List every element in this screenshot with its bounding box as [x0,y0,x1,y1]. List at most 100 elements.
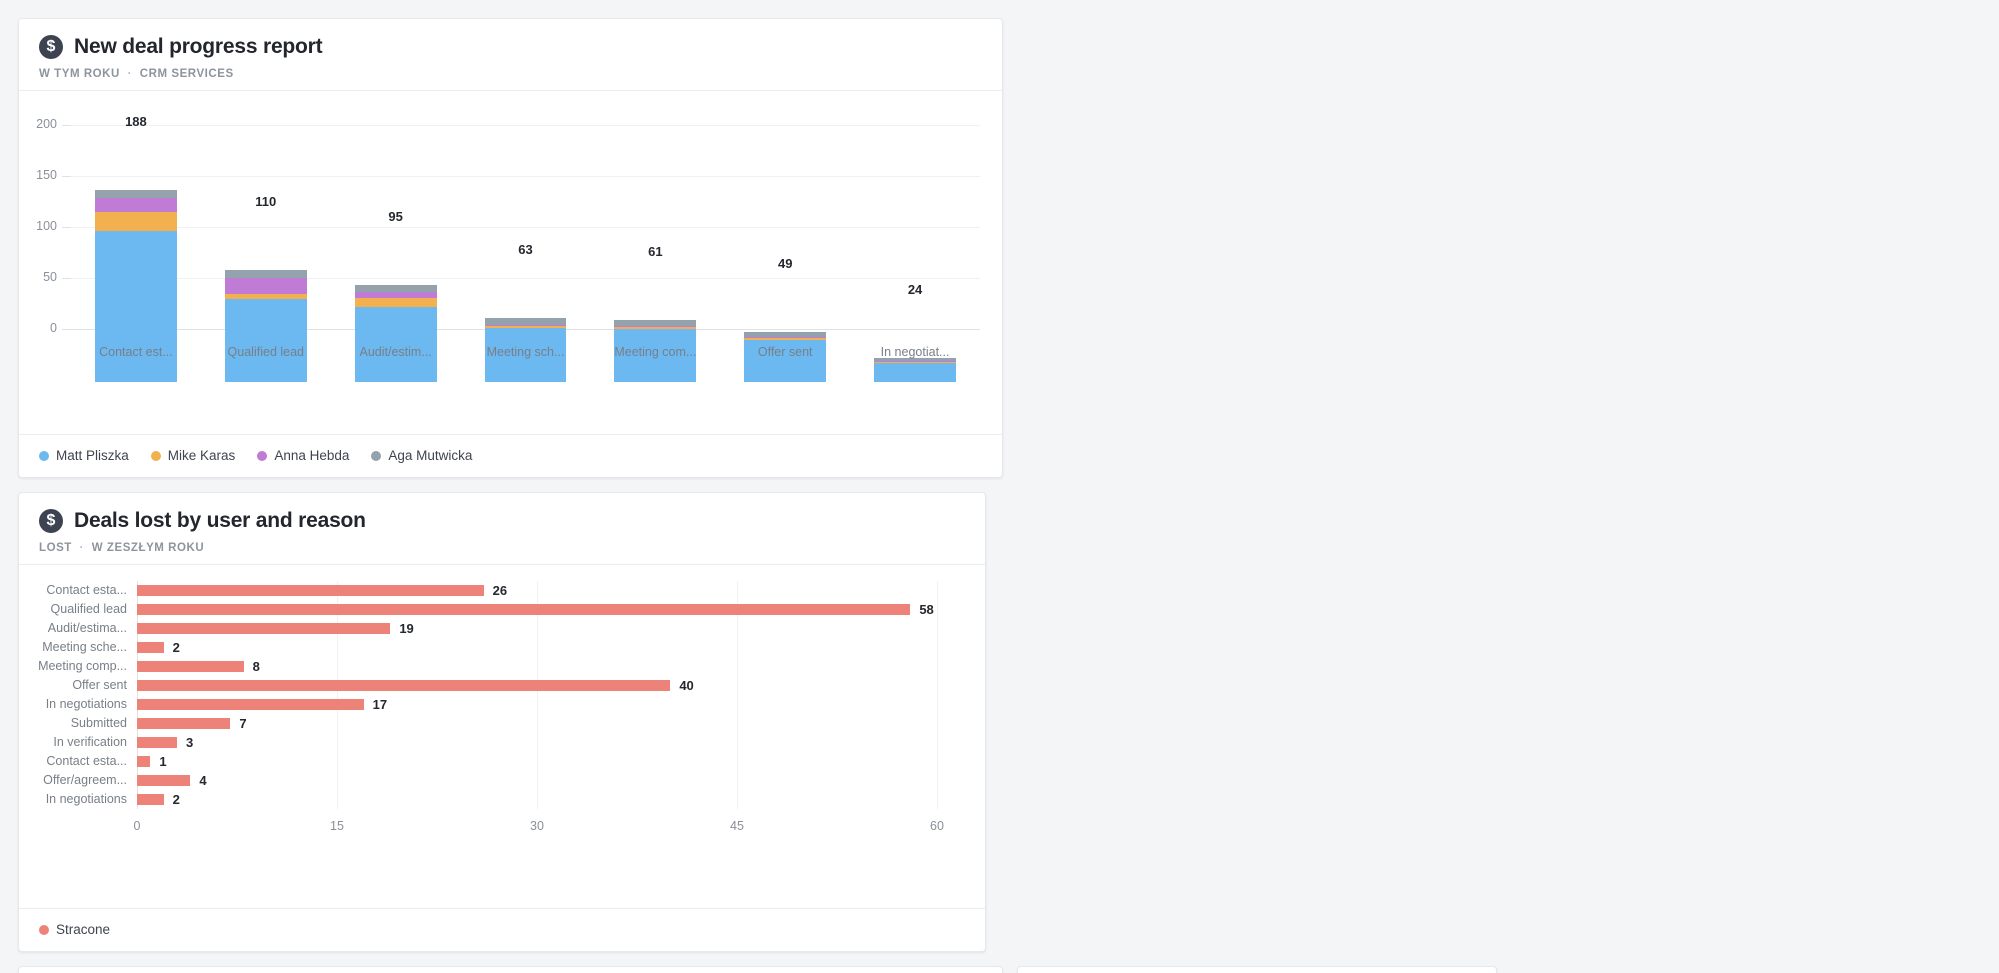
bar-value-label: 40 [679,678,693,693]
bar-segment [225,278,307,294]
y-axis-tick-label: 100 [19,219,57,233]
axis-tick [62,278,71,279]
chart-deals-lost-by-user-and-reason: 01530456026Contact esta...58Qualified le… [19,564,985,908]
x-axis-category-label: Qualified lead [228,345,304,359]
bar-value-label: 4 [199,773,206,788]
bar-value-label: 2 [173,640,180,655]
y-axis-category-label: Meeting sche... [19,640,127,654]
bar-column[interactable] [355,285,437,382]
dollar-coin-icon: $ [39,35,63,59]
x-axis-tick-label: 15 [330,819,344,833]
bar-value-label: 188 [125,114,147,129]
gridline [71,176,980,177]
bar-value-label: 61 [648,244,662,259]
bar-value-label: 19 [399,621,413,636]
bar-row[interactable] [137,775,190,787]
bar-row[interactable] [137,680,670,692]
y-axis-category-label: In negotiations [19,792,127,806]
card-header: $ Deals lost by user and reason LOST · W… [19,493,985,564]
gridline [71,227,980,228]
legend-swatch-icon [39,451,49,461]
y-axis-category-label: Contact esta... [19,754,127,768]
card-subtitle-period: W TYM ROKU [39,68,120,80]
bar-value-label: 63 [518,242,532,257]
bar-value-label: 8 [253,659,260,674]
y-axis-category-label: Qualified lead [19,602,127,616]
bar-value-label: 49 [778,256,792,271]
card-header: $ Open deals by user OPEN [1018,967,1496,973]
legend-item[interactable]: Anna Hebda [257,448,349,463]
legend-item[interactable]: Mike Karas [151,448,236,463]
card-subtitle: LOST · W ZESZŁYM ROKU [39,542,965,554]
chart-new-deal-progress-report: 050100150200188Contact est...110Qualifie… [19,90,1002,434]
y-axis-category-label: Audit/estima... [19,621,127,635]
legend-swatch-icon [151,451,161,461]
y-axis-category-label: Contact esta... [19,583,127,597]
x-axis-tick-label: 60 [930,819,944,833]
card-open-deals-by-user: $ Open deals by user OPEN 281496 Matt Pl… [1017,966,1497,973]
y-axis-tick-label: 150 [19,168,57,182]
bar-value-label: 24 [908,282,922,297]
bar-row[interactable] [137,699,364,711]
legend-label: Stracone [56,922,110,937]
bar-row[interactable] [137,585,484,597]
axis-tick [62,125,71,126]
bar-value-label: 95 [388,209,402,224]
chart-legend: Matt Pliszka Mike Karas Anna Hebda Aga Mutw… [19,434,1002,477]
y-axis-category-label: Offer/agreem... [19,773,127,787]
card-header: $ New deal progress report W TYM ROKU · … [19,19,1002,90]
bar-row[interactable] [137,623,390,635]
dollar-coin-icon: $ [39,509,63,533]
legend-label: Anna Hebda [274,448,349,463]
bar-row[interactable] [137,604,910,616]
gridline [71,125,980,126]
x-axis-tick-label: 45 [730,819,744,833]
card-title: New deal progress report [74,35,322,59]
bar-segment [485,318,567,325]
legend-label: Matt Pliszka [56,448,129,463]
dashboard-root: $ New deal progress report W TYM ROKU · … [0,0,1999,973]
bar-segment [95,231,177,382]
card-subtitle-period: W ZESZŁYM ROKU [92,542,204,554]
bar-value-label: 2 [173,792,180,807]
bar-value-label: 58 [919,602,933,617]
axis-tick [62,227,71,228]
bar-column[interactable] [225,270,307,382]
card-new-deal-progress-report: $ New deal progress report W TYM ROKU · … [18,18,1003,478]
chart-legend: Stracone [19,908,985,951]
bar-segment [95,198,177,211]
bar-segment [95,212,177,231]
bar-row[interactable] [137,661,244,673]
subtitle-separator: · [76,542,88,554]
gridline [937,581,938,809]
legend-swatch-icon [257,451,267,461]
card-header: $ Deals started by user W ZESZŁYM MIESIĄ… [19,967,1002,973]
bar-row[interactable] [137,794,164,806]
x-axis-category-label: In negotiat... [881,345,950,359]
bar-value-label: 1 [159,754,166,769]
legend-item[interactable]: Stracone [39,922,110,937]
bar-value-label: 17 [373,697,387,712]
y-axis-tick-label: 0 [19,321,57,335]
x-axis-category-label: Offer sent [758,345,813,359]
card-title: Deals lost by user and reason [74,509,366,533]
bar-value-label: 110 [255,194,276,209]
bar-row[interactable] [137,756,150,768]
legend-swatch-icon [39,925,49,935]
bar-row[interactable] [137,718,230,730]
x-axis-tick-label: 0 [134,819,141,833]
card-deals-started-by-user: $ Deals started by user W ZESZŁYM MIESIĄ… [18,966,1003,973]
legend-item[interactable]: Matt Pliszka [39,448,129,463]
axis-tick [62,329,71,330]
bar-column[interactable] [874,358,956,382]
legend-item[interactable]: Aga Mutwicka [371,448,472,463]
bar-row[interactable] [137,737,177,749]
card-subtitle: W TYM ROKU · CRM SERVICES [39,68,982,80]
card-subtitle-status: LOST [39,542,72,554]
subtitle-separator: · [124,68,136,80]
x-axis-category-label: Contact est... [99,345,173,359]
bar-value-label: 7 [239,716,246,731]
bar-value-label: 26 [493,583,507,598]
axis-tick [62,176,71,177]
bar-row[interactable] [137,642,164,654]
